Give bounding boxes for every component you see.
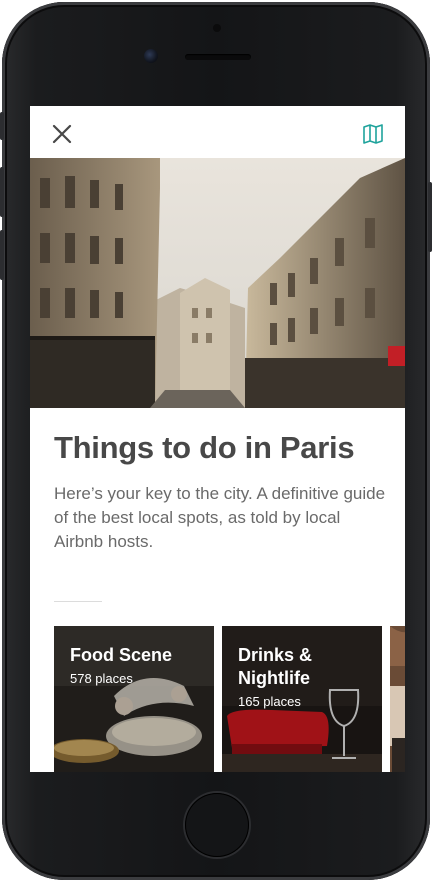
close-icon (52, 124, 72, 144)
card-count: 165 places (238, 694, 301, 709)
paris-street-photo (30, 158, 405, 408)
top-bar (30, 106, 405, 158)
card-text: Food Scene 578 places (70, 644, 200, 686)
category-card-food-scene[interactable]: Food Scene 578 places (54, 626, 214, 772)
category-card-drinks-nightlife[interactable]: Drinks & Nightlife 165 places (222, 626, 382, 772)
power-button (428, 182, 432, 252)
hero-image (30, 158, 405, 408)
map-button[interactable] (361, 122, 385, 146)
card-count: 578 places (70, 671, 133, 686)
page-title: Things to do in Paris (54, 430, 355, 465)
card-title: Food Scene (70, 645, 173, 665)
mute-switch (0, 112, 4, 140)
card-title: Drinks & Nightlife (238, 645, 313, 688)
category-carousel: Food Scene 578 places Drinks & Nightlife… (54, 626, 405, 772)
earpiece-speaker (185, 54, 251, 60)
partial-card-photo (390, 626, 405, 772)
close-button[interactable] (50, 122, 74, 146)
volume-up-button (0, 167, 4, 217)
home-button[interactable] (185, 793, 249, 857)
volume-down-button (0, 230, 4, 280)
card-text: Drinks & Nightlife 165 places (238, 644, 368, 709)
map-icon (363, 124, 383, 144)
proximity-sensor (213, 24, 221, 32)
front-camera (144, 49, 158, 63)
category-card-partial[interactable] (390, 626, 405, 772)
app-screen: Things to do in Paris Here’s your key to… (30, 106, 405, 772)
section-divider (54, 601, 102, 602)
page-description: Here’s your key to the city. A definitiv… (54, 484, 386, 551)
